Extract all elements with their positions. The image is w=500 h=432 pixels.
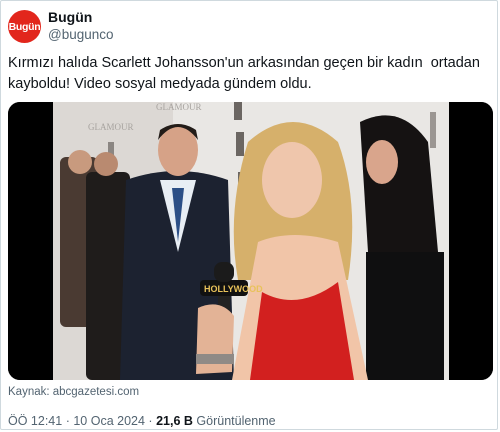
- backdrop-mark: [234, 102, 242, 120]
- microphone-head: [214, 262, 234, 282]
- display-name[interactable]: Bugün: [48, 9, 92, 25]
- background-person-head: [94, 152, 118, 176]
- media-source: Kaynak: abcgazetesi.com: [8, 386, 140, 398]
- backdrop-logo: GLAMOUR: [156, 102, 202, 112]
- tweet-date[interactable]: 10 Oca 2024: [73, 414, 145, 428]
- backdrop-mark: [430, 112, 436, 148]
- backdrop-mark: [236, 132, 244, 156]
- views-label: Görüntülenme: [196, 414, 276, 428]
- tweet-time[interactable]: ÖÖ 12:41: [8, 414, 62, 428]
- video-frame: GLAMOUR GLAMOUR HOLLYWOOD: [8, 102, 493, 380]
- avatar-text: Bugün: [8, 20, 41, 33]
- microphone-label: HOLLYWOOD: [204, 284, 263, 294]
- tweet-video[interactable]: GLAMOUR GLAMOUR HOLLYWOOD: [8, 102, 493, 380]
- background-person-head: [68, 150, 92, 174]
- user-handle[interactable]: @bugunco: [48, 27, 114, 42]
- bracelet: [196, 354, 234, 364]
- meta-separator: ·: [65, 414, 70, 428]
- woman-face: [366, 140, 398, 184]
- avatar[interactable]: Bugün: [8, 10, 41, 43]
- meta-separator: ·: [148, 414, 153, 428]
- tweet-text: Kırmızı halıda Scarlett Johansson'un ark…: [8, 55, 484, 92]
- subject-face: [262, 142, 322, 218]
- backdrop-logo: GLAMOUR: [88, 122, 134, 132]
- tweet-card: Bugün Bugün @bugunco Kırmızı halıda Scar…: [0, 0, 498, 430]
- woman-dress: [366, 252, 444, 380]
- tweet-meta: ÖÖ 12:41 · 10 Oca 2024 · 21,6 B Görüntül…: [8, 414, 276, 428]
- views-count: 21,6 B: [156, 414, 193, 428]
